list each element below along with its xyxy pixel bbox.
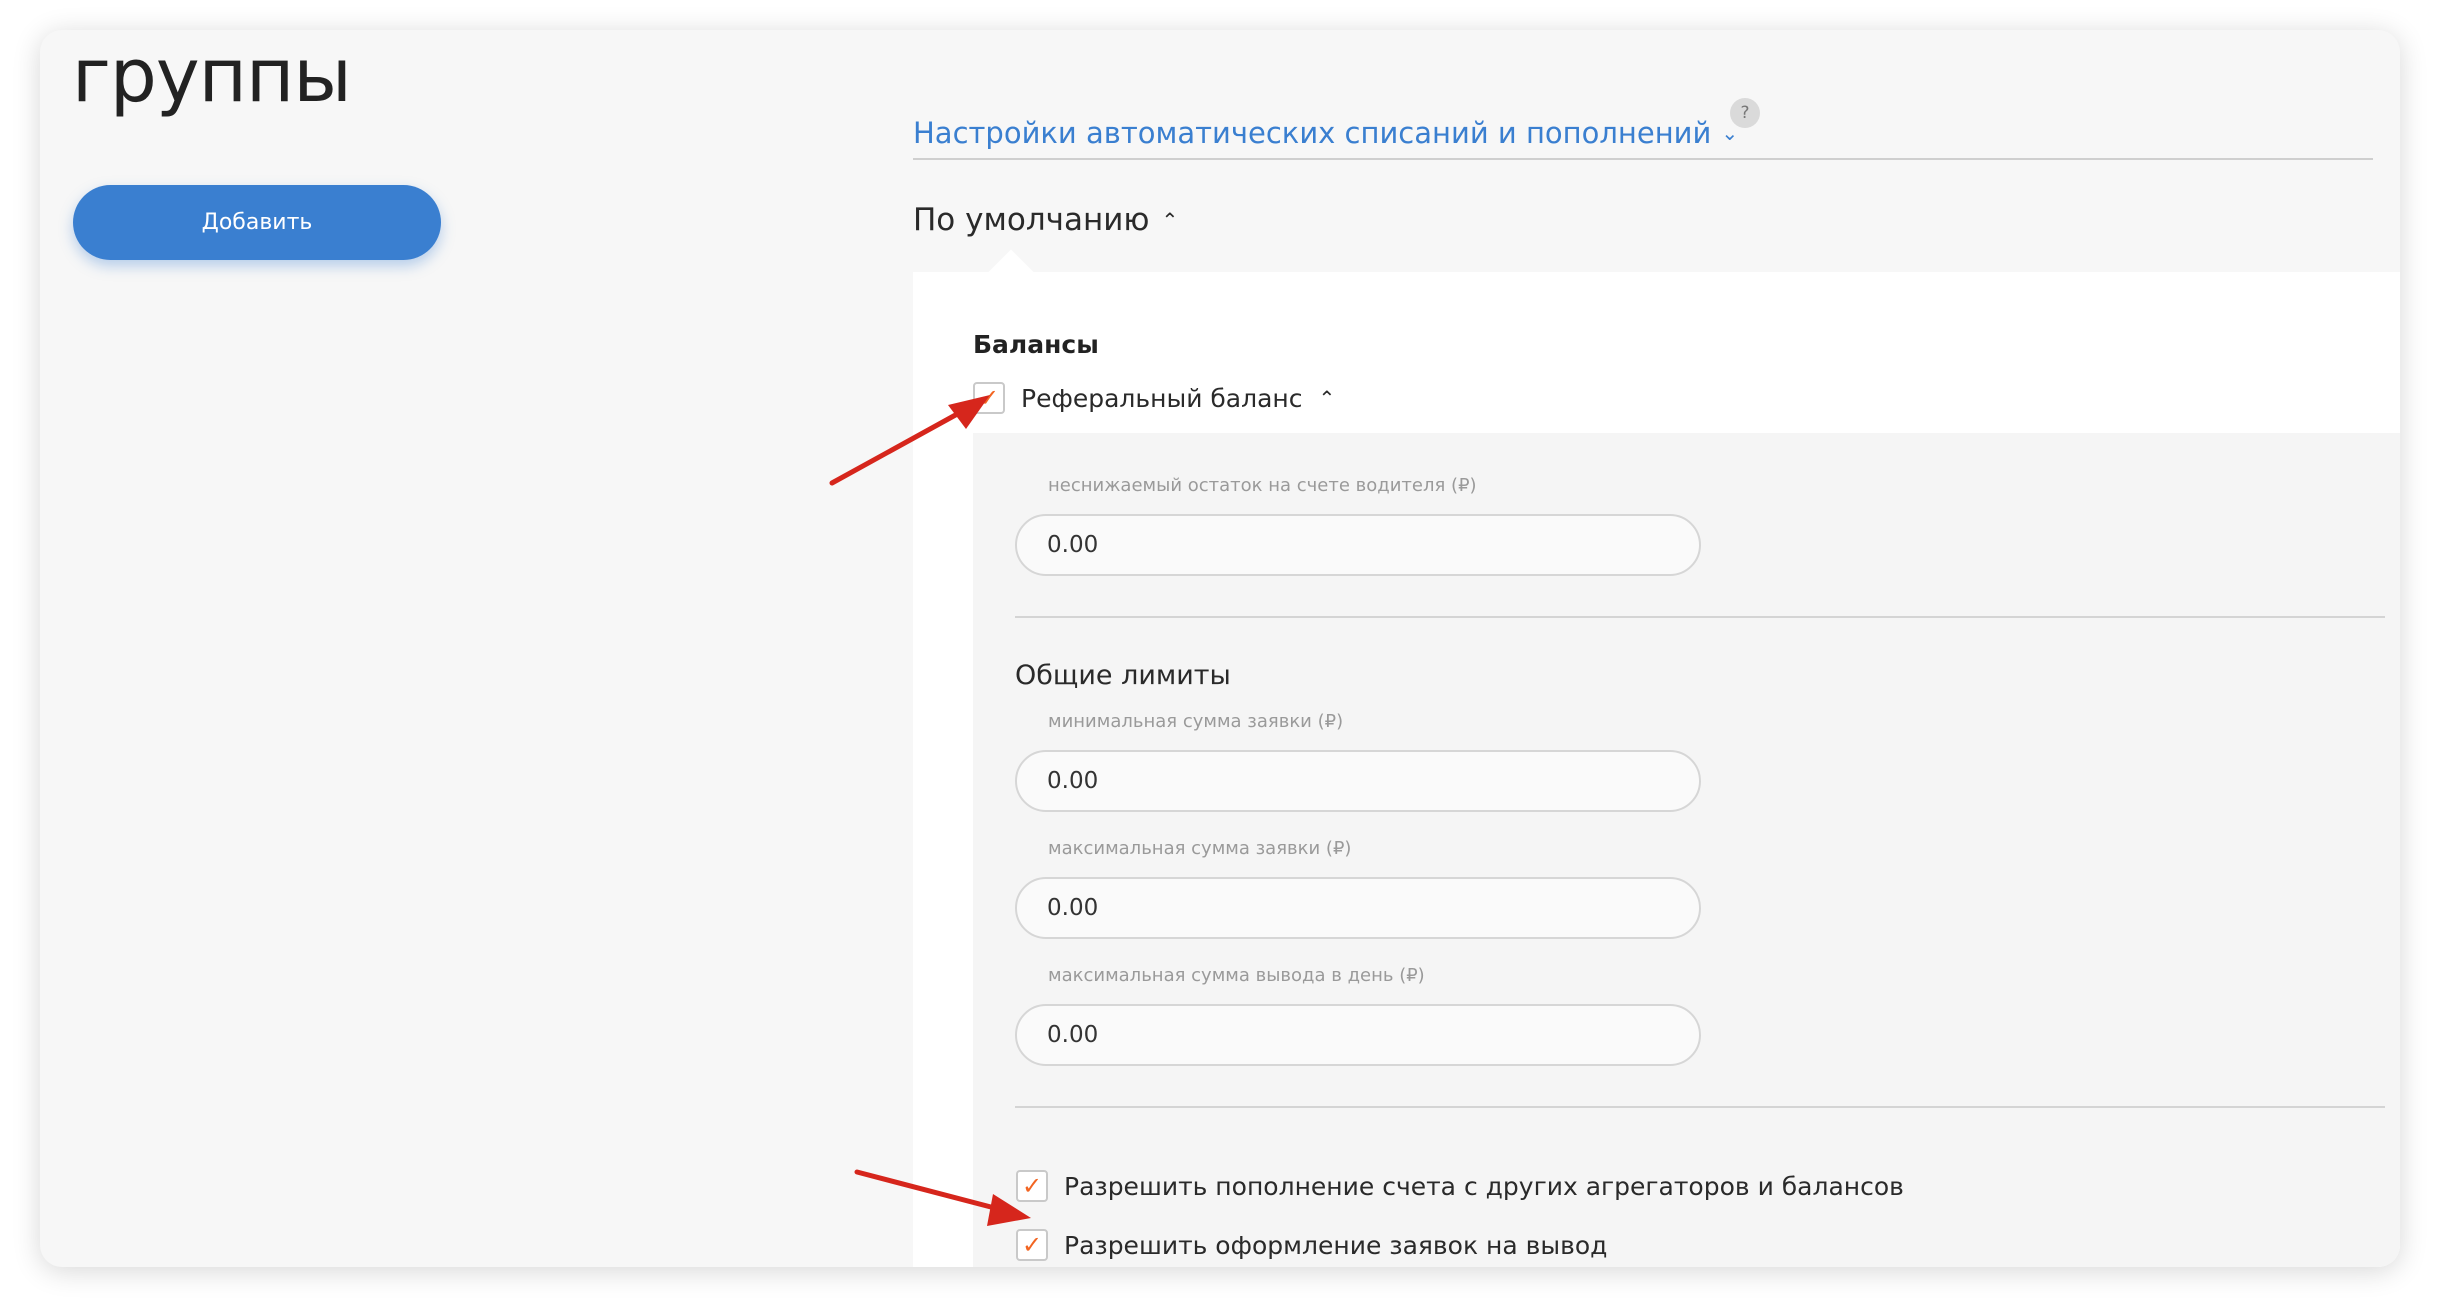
chevron-up-icon: ⌃: [1161, 208, 1179, 232]
app-window: группы Добавить Настройки автоматических…: [40, 30, 2400, 1267]
divider: [1015, 1106, 2385, 1108]
divider: [1015, 616, 2385, 618]
min-request-label: минимальная сумма заявки (₽): [1048, 711, 1344, 732]
balances-heading: Балансы: [973, 330, 1099, 359]
page-title: группы: [72, 33, 352, 119]
min-balance-label: неснижаемый остаток на счете водителя (₽…: [1048, 475, 1477, 496]
help-icon[interactable]: ?: [1730, 98, 1760, 128]
referral-balance-row[interactable]: ✓ Реферальный баланс ⌃: [973, 382, 1335, 414]
max-request-input[interactable]: [1015, 877, 1701, 939]
allow-topup-row[interactable]: ✓ Разрешить пополнение счета с других аг…: [1016, 1170, 1904, 1202]
auto-settings-toggle[interactable]: Настройки автоматических списаний и попо…: [913, 116, 1738, 150]
allow-withdraw-row[interactable]: ✓ Разрешить оформление заявок на вывод: [1016, 1229, 1607, 1261]
min-request-input[interactable]: [1015, 750, 1701, 812]
default-section-toggle[interactable]: По умолчанию ⌃: [913, 202, 1178, 238]
max-request-label: максимальная сумма заявки (₽): [1048, 838, 1352, 859]
min-balance-input[interactable]: [1015, 514, 1701, 576]
divider: [913, 158, 2373, 160]
chevron-up-icon[interactable]: ⌃: [1319, 388, 1336, 408]
allow-withdraw-label: Разрешить оформление заявок на вывод: [1064, 1230, 1608, 1260]
max-daily-withdraw-input[interactable]: [1015, 1004, 1701, 1066]
chevron-down-icon: ⌄: [1721, 121, 1739, 145]
auto-settings-label: Настройки автоматических списаний и попо…: [913, 116, 1712, 150]
add-button[interactable]: Добавить: [73, 185, 441, 260]
referral-balance-label: Реферальный баланс: [1021, 383, 1303, 413]
annotation-arrow-icon: [829, 395, 990, 486]
limits-heading: Общие лимиты: [1015, 660, 1231, 691]
annotation-arrow-icon: [854, 1169, 1031, 1226]
max-daily-withdraw-label: максимальная сумма вывода в день (₽): [1048, 965, 1425, 986]
allow-topup-label: Разрешить пополнение счета с других агре…: [1064, 1171, 1904, 1201]
default-section-label: По умолчанию: [913, 202, 1150, 238]
